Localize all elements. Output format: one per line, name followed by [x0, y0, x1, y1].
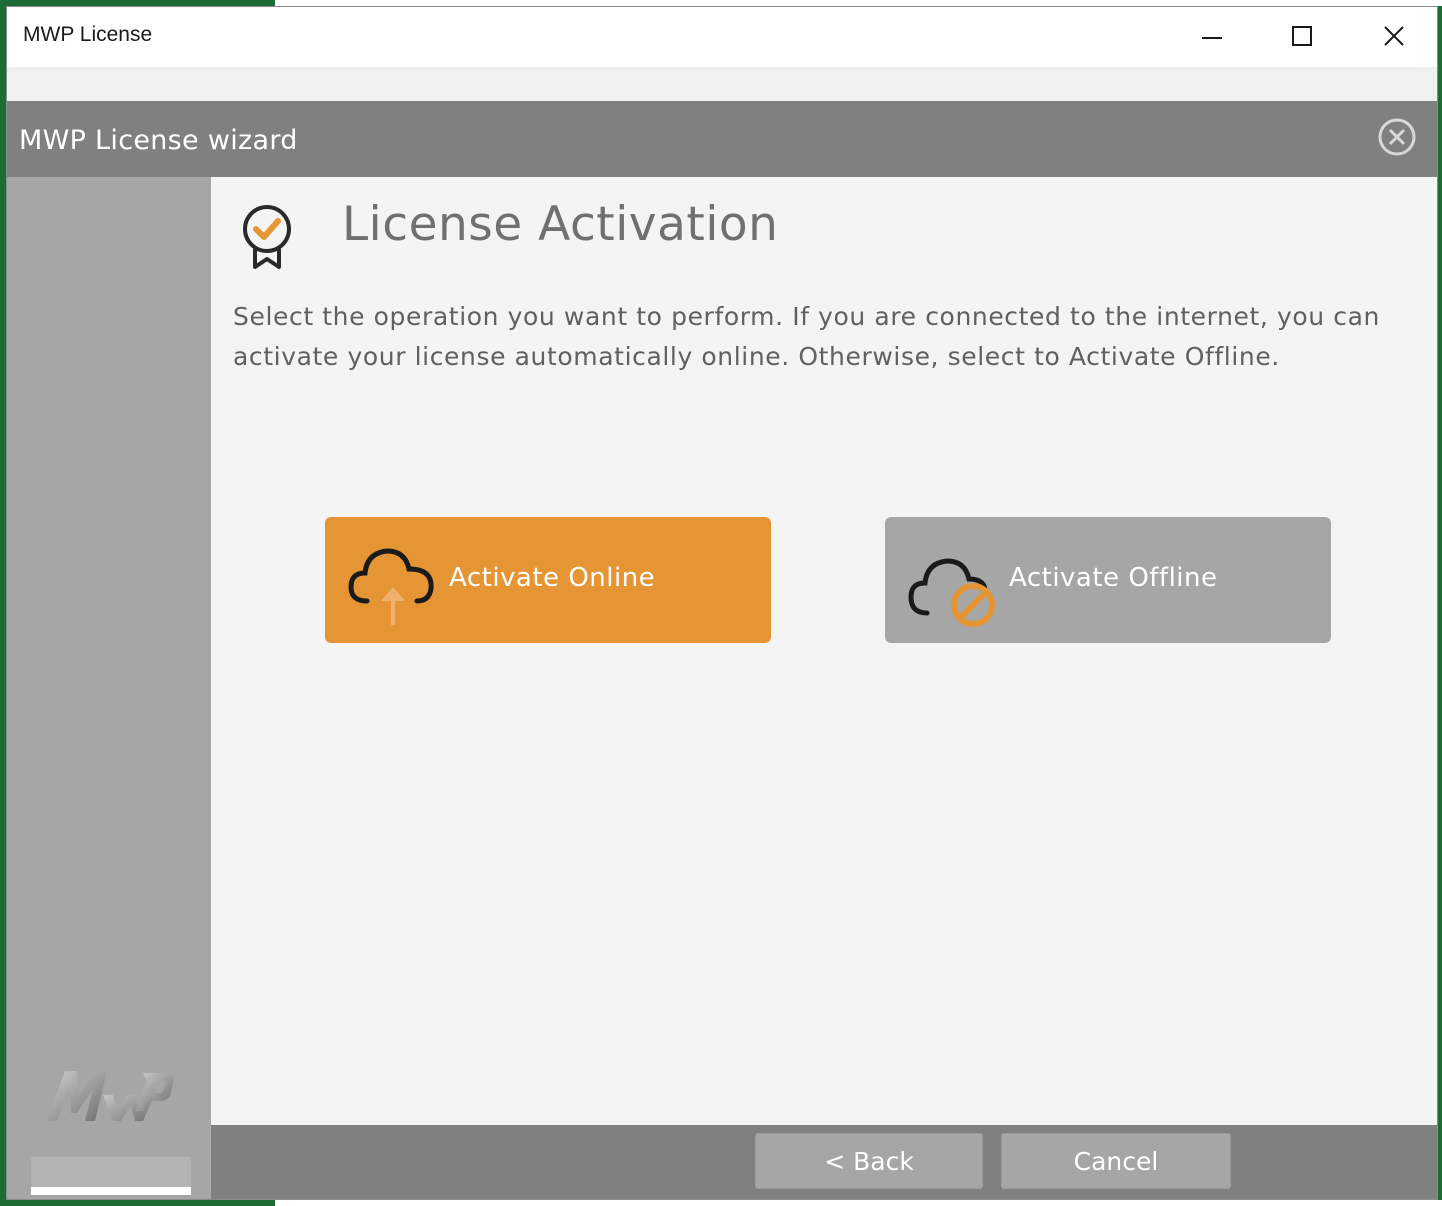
- window-title: MWP License: [23, 23, 153, 46]
- sidebar-footer-line: [31, 1187, 191, 1195]
- license-window: MWP License MWP License wizard License A…: [6, 6, 1438, 1200]
- activate-online-label: Activate Online: [449, 563, 656, 593]
- wizard-title: MWP License wizard: [19, 125, 298, 156]
- wizard-content: License Activation Select the operation …: [211, 177, 1437, 1125]
- cloud-upload-icon: [348, 548, 434, 625]
- wizard-sidebar: [7, 177, 211, 1199]
- page-description: Select the operation you want to perform…: [233, 302, 1380, 371]
- maximize-icon: [1292, 26, 1312, 46]
- activate-offline-label: Activate Offline: [1009, 563, 1218, 593]
- window-titlebar: MWP License: [7, 7, 1437, 67]
- certificate-badge-icon: [243, 205, 291, 269]
- close-icon: [1384, 26, 1404, 46]
- back-button[interactable]: < Back: [755, 1133, 983, 1189]
- circle-x-icon[interactable]: [1377, 117, 1417, 157]
- wizard-footer: < Back Cancel: [211, 1125, 1437, 1199]
- activate-offline-button[interactable]: Activate Offline: [885, 517, 1331, 643]
- cloud-blocked-icon: [908, 558, 995, 627]
- mwp-logo: [47, 1071, 174, 1121]
- page-title: License Activation: [342, 197, 779, 252]
- minimize-icon: [1202, 37, 1222, 39]
- minimize-button[interactable]: [1167, 7, 1257, 65]
- background-window-edge-bottom: [275, 1200, 1442, 1206]
- cancel-button[interactable]: Cancel: [1001, 1133, 1231, 1189]
- close-button[interactable]: [1349, 7, 1437, 65]
- wizard-header: MWP License wizard: [7, 101, 1437, 177]
- maximize-button[interactable]: [1257, 7, 1347, 65]
- activate-online-button[interactable]: Activate Online: [325, 517, 771, 643]
- sidebar-footer-panel: [31, 1157, 191, 1187]
